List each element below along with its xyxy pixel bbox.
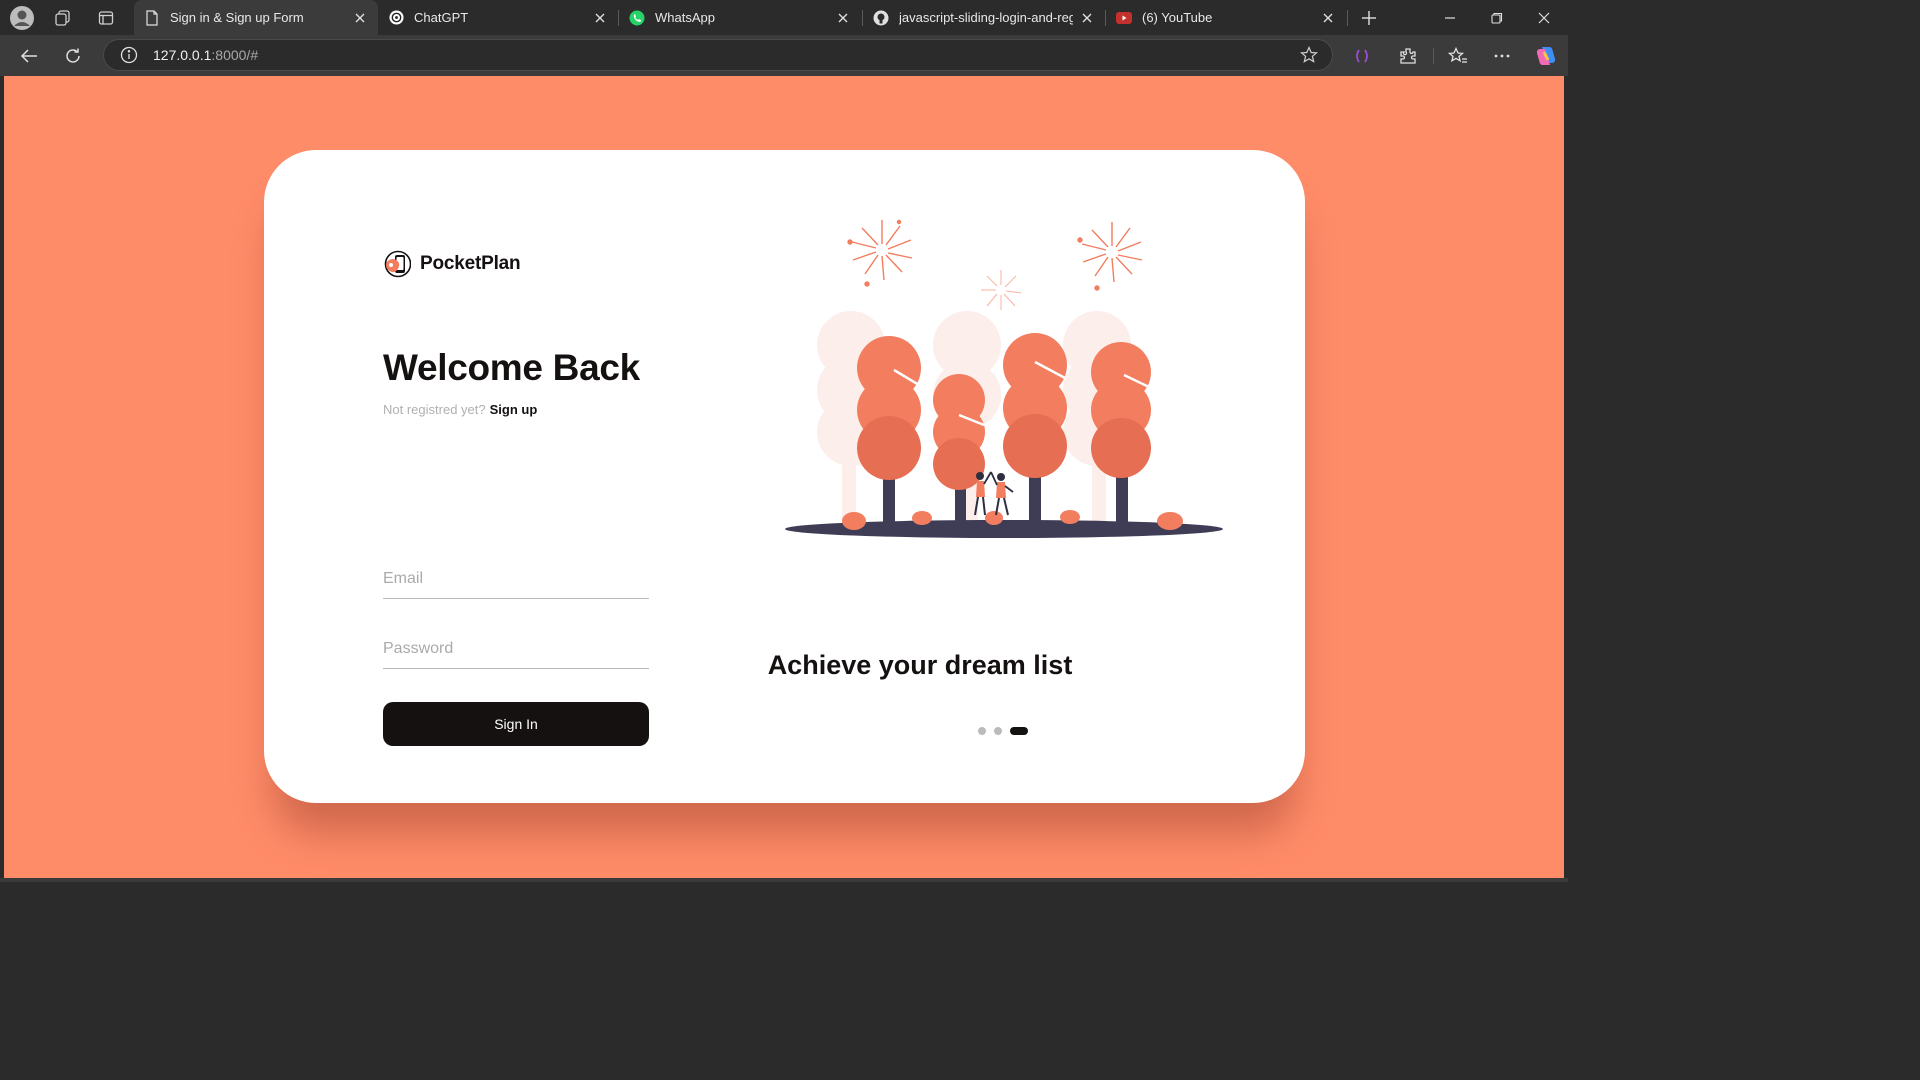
dancing-people	[974, 471, 1014, 516]
brand-logo[interactable]: PocketPlan	[383, 250, 521, 278]
tab-title: (6) YouTube	[1142, 10, 1213, 25]
carousel-caption: Achieve your dream list	[264, 650, 1305, 681]
close-icon[interactable]	[1320, 10, 1336, 26]
close-icon[interactable]	[1079, 10, 1095, 26]
close-icon[interactable]	[352, 10, 368, 26]
youtube-icon	[1116, 10, 1132, 26]
tab-title: Sign in & Sign up Form	[170, 10, 304, 25]
tab-sign-in[interactable]: Sign in & Sign up Form	[134, 0, 378, 35]
page-title: Welcome Back	[383, 347, 640, 388]
pocketplan-logo-icon	[384, 250, 411, 278]
firework-center	[981, 270, 1022, 310]
tab-bar: Sign in & Sign up Form ChatGPT WhatsApp …	[0, 0, 1568, 35]
close-window-icon[interactable]	[1530, 4, 1558, 32]
tab-github[interactable]: javascript-sliding-login-and-regis	[863, 0, 1105, 35]
tab-whatsapp[interactable]: WhatsApp	[619, 0, 861, 35]
tab-youtube[interactable]: (6) YouTube	[1106, 0, 1346, 35]
workspaces-icon[interactable]	[49, 4, 77, 32]
favorite-star-icon[interactable]	[1294, 40, 1324, 70]
carousel-caption-text: Achieve your dream list	[767, 650, 1073, 680]
refresh-icon[interactable]	[58, 41, 88, 71]
toolbar-separator	[1433, 48, 1434, 64]
back-icon[interactable]	[14, 41, 44, 71]
tab-chatgpt[interactable]: ChatGPT	[378, 0, 618, 35]
close-icon[interactable]	[592, 10, 608, 26]
copilot-icon[interactable]	[1531, 41, 1561, 71]
tab-separator	[1347, 10, 1348, 26]
email-field[interactable]	[383, 559, 649, 599]
url-text: 127.0.0.1:8000/#	[153, 47, 258, 63]
more-options-icon[interactable]	[1487, 41, 1517, 71]
extensions-icon[interactable]	[1393, 41, 1423, 71]
tab-title: ChatGPT	[414, 10, 469, 25]
new-tab-icon[interactable]	[1355, 4, 1383, 32]
sign-up-link[interactable]: Sign up	[490, 402, 538, 417]
carousel-dots	[978, 727, 1028, 735]
carousel-dot-1[interactable]	[978, 727, 986, 735]
restore-icon[interactable]	[1483, 4, 1511, 32]
site-info-icon[interactable]	[114, 40, 144, 70]
url-host: 127.0.0.1	[153, 47, 212, 63]
favorites-icon[interactable]	[1443, 41, 1473, 71]
github-icon	[873, 10, 889, 26]
tab-title: javascript-sliding-login-and-regis	[899, 10, 1073, 25]
extension-brackets-icon[interactable]	[1347, 41, 1377, 71]
url-path: :8000/#	[211, 47, 259, 63]
firework-left	[847, 219, 913, 287]
orange-trees	[857, 333, 1151, 490]
address-bar[interactable]: 127.0.0.1:8000/#	[103, 39, 1333, 71]
carousel-dot-2[interactable]	[994, 727, 1002, 735]
firework-right	[1077, 222, 1143, 291]
close-icon[interactable]	[835, 10, 851, 26]
page-icon	[144, 9, 160, 26]
chatgpt-icon	[388, 10, 404, 26]
signup-prompt-text: Not registred yet?	[383, 402, 486, 417]
brand-name: PocketPlan	[420, 253, 521, 274]
whatsapp-icon	[629, 10, 645, 26]
minimize-icon[interactable]	[1436, 4, 1464, 32]
tab-actions-icon[interactable]	[92, 4, 120, 32]
signup-prompt: Not registred yet? Sign up	[383, 402, 537, 417]
taskbar-edge	[0, 878, 1568, 882]
page-viewport: PocketPlan Welcome Back Not registred ye…	[4, 76, 1564, 878]
tab-title: WhatsApp	[655, 10, 715, 25]
carousel-dot-3[interactable]	[1010, 727, 1028, 735]
auth-card: PocketPlan Welcome Back Not registred ye…	[264, 150, 1305, 803]
sign-in-button[interactable]: Sign In	[383, 702, 649, 746]
celebration-illustration	[785, 219, 1223, 538]
browser-toolbar: 127.0.0.1:8000/#	[0, 35, 1568, 76]
profile-icon[interactable]	[8, 4, 36, 32]
